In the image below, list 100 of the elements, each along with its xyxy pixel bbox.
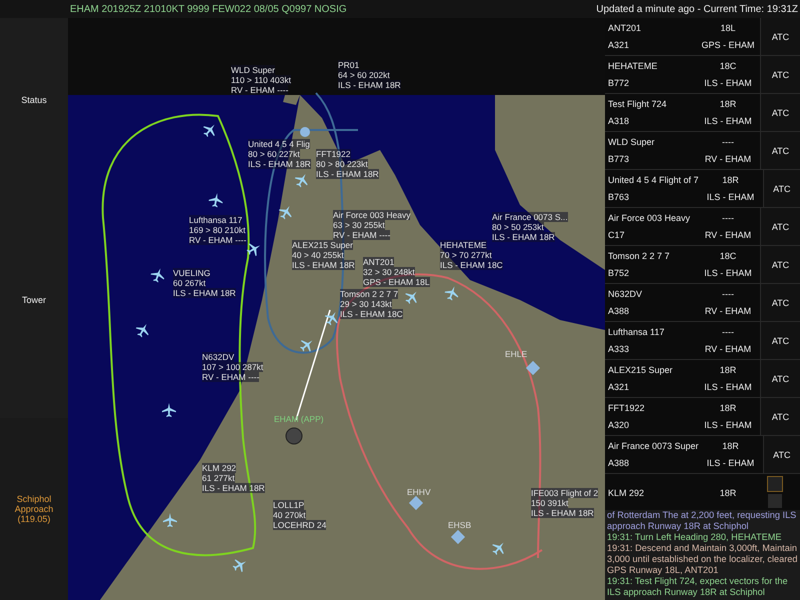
approach-text: ILS - EHAM [703,382,753,392]
aircraft-tag-text: Air Force 003 Heavy [333,210,410,220]
aircraft-tag-text: 80 > 80 223kt [316,159,368,169]
aircraft-tag-text: KLM 292 [202,463,236,473]
runway-text: ---- [721,213,735,224]
runway-text: 18R [718,99,738,110]
runway-text: ---- [721,137,735,148]
aircraft-tag-text: ILS - EHAM 18R [292,260,355,270]
airport-label: EHSB [448,520,472,530]
aircraft-tag-text: 63 > 30 255kt [333,220,385,230]
aircraft-type-text: A333 [608,344,630,354]
aircraft-tag-text: Air France 0073 S... [492,212,568,222]
aircraft-tag-text: 107 > 100 287kt [202,362,264,372]
callsign-text: N632DV [608,289,644,300]
airport-label: EHAM (APP) [274,414,324,424]
aircraft-tag-text: ILS - EHAM 18C [340,309,403,319]
airfield-marker [300,127,310,137]
aircraft-tag-text: 70 > 70 277kt [440,250,492,260]
aircraft-type-text: C17 [608,230,626,240]
airplane-icon[interactable] [203,124,215,138]
aircraft-tag-text: ALEX215 Super [292,240,353,250]
aircraft-tag-text: ILS - EHAM 18R [531,508,594,518]
approach-text: ILS - EHAM [703,268,753,278]
airplane-icon[interactable] [150,268,164,282]
aircraft-tag-text: VUELING [173,268,210,278]
callsign-text: WLD Super [608,137,656,148]
airplane-icon[interactable] [162,403,176,417]
airport-label: EHHV [407,487,431,497]
callsign-text: ANT201 [608,23,642,34]
approach-text: ILS - EHAM [706,192,756,202]
aircraft-type-text: A320 [608,420,630,430]
approach-text: GPS - EHAM [700,40,756,50]
aircraft-type-text: B752 [608,268,630,278]
atc-button[interactable]: ATC [760,56,800,93]
airplane-icon[interactable] [246,243,260,256]
callsign-text: Test Flight 724 [608,99,668,110]
atc-button[interactable]: ATC [762,170,800,207]
aircraft-tag-text: ILS - EHAM 18R [173,288,236,298]
callsign-text: United 4 5 4 Flight of 7 [608,175,699,186]
atc-button[interactable]: ATC [760,284,800,321]
log-message: 19:31: Turn Left Heading 280, HEHATEME [607,532,782,543]
airplane-icon[interactable] [278,206,292,220]
log-message: 19:31: Descend and Maintain 3,000ft, Maintain 3,000 until established on the localizer, cleared GPS Runway 18L, ANT201 [607,543,798,576]
airplane-icon[interactable] [136,324,149,338]
runway-text: 18R [718,365,738,376]
toggle-square[interactable] [767,476,783,492]
aircraft-tag-text: RV - EHAM ---- [189,235,246,245]
aircraft-tag-text: 110 > 110 403kt [231,75,291,85]
aircraft-tag-text: LOLL1P [273,500,304,510]
log-message: 19:31: Test Flight 724, expect vectors for the ILS approach Runway 18R at Schiphol [607,576,789,598]
approach-text: ILS - EHAM [703,420,753,430]
aircraft-tag-text: ILS - EHAM 18R [248,159,311,169]
aircraft-tag-text: 169 > 80 210kt [189,225,246,235]
aircraft-tag-text: 40 > 40 255kt [292,250,344,260]
aircraft-tag-text: 150 391kt [531,498,568,508]
aircraft-tag-text: LOCEHRD 24 [273,520,326,530]
aircraft-tag-text: 64 > 60 202kt [338,70,390,80]
update-status-text: Updated a minute ago - Current Time: 19:31Z [596,4,798,14]
airport-marker [286,428,302,444]
callsign-text: Air Force 003 Heavy [608,213,692,224]
atc-button[interactable]: ATC [760,398,800,435]
aircraft-tag-text: ILS - EHAM 18R [202,483,265,493]
atc-button[interactable]: ATC [760,132,800,169]
atc-button[interactable]: ATC [760,360,800,397]
airplane-icon[interactable] [208,193,223,208]
atc-button[interactable]: ATC [760,18,800,55]
aircraft-tag-text: RV - EHAM ---- [231,85,288,95]
callsign-text: KLM 292 [608,488,646,498]
runway-text: 18R [718,403,738,414]
aircraft-type-text: A318 [608,116,630,126]
atc-button[interactable]: ATC [760,246,800,283]
sidebar-tab[interactable]: Status [0,18,68,182]
callsign-text: FFT1922 [608,403,646,414]
atc-button[interactable]: ATC [762,436,800,473]
approach-text: ILS - EHAM [706,458,756,468]
aircraft-tag-text: FFT1922 [316,149,350,159]
airplane-icon[interactable] [324,312,338,326]
aircraft-tag-text: 32 > 30 248kt [363,267,415,277]
aircraft-tag-text: ILS - EHAM 18C [440,260,503,270]
atc-button[interactable]: ATC [760,322,800,359]
aircraft-tag-text: 61 277kt [202,473,235,483]
aircraft-tag-text: 29 > 30 143kt [340,299,392,309]
aircraft-type-text: B773 [608,154,630,164]
aircraft-tag-text: 80 > 50 253kt [492,222,544,232]
log-message: of Rotterdam The at 2,200 feet, requesting ILS approach Runway 18R at Schiphol [607,510,798,532]
aircraft-tag-text: ANT201 [363,257,394,267]
sidebar-tab[interactable]: Tower [0,182,68,418]
runway-text: ---- [721,289,735,300]
aircraft-tag-text: ILS - EHAM 18R [492,232,555,242]
runway-text: ---- [721,327,735,338]
approach-text: ILS - EHAM [703,78,753,88]
toggle-square[interactable] [768,494,782,508]
callsign-text: ALEX215 Super [608,365,674,376]
atc-button[interactable]: ATC [760,94,800,131]
metar-text: EHAM 201925Z 21010KT 9999 FEW022 08/05 Q0997 NOSIG [70,4,347,14]
runway-text: 18C [718,61,738,72]
atc-button[interactable]: ATC [760,208,800,245]
approach-text: RV - EHAM [704,344,752,354]
airfield-marker [526,360,540,376]
approach-text: RV - EHAM [704,230,752,240]
